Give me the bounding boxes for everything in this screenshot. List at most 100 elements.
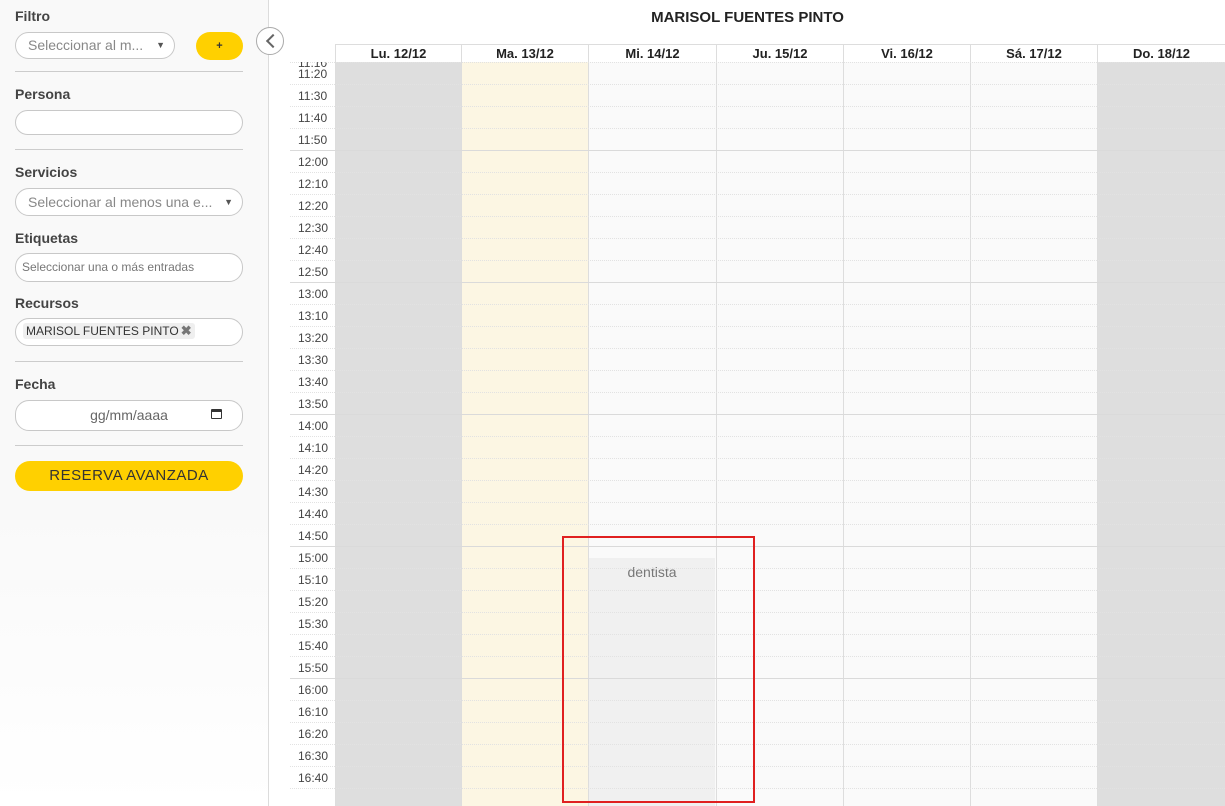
time-label: 16:40: [298, 771, 329, 785]
time-label: 16:20: [298, 727, 329, 741]
advanced-booking-button[interactable]: RESERVA AVANZADA: [15, 461, 243, 491]
slot-line: [290, 106, 1225, 107]
divider: [15, 71, 243, 72]
time-label: 13:40: [298, 375, 329, 389]
divider: [15, 361, 243, 362]
time-label: 12:30: [298, 221, 329, 235]
time-label: 14:00: [298, 419, 329, 433]
slot-line: [290, 326, 1225, 327]
slot-line: [290, 282, 1225, 283]
person-label: Persona: [15, 86, 71, 102]
slot-line: [290, 172, 1225, 173]
dropdown-caret-icon: ▼: [156, 40, 165, 50]
slot-line: [290, 194, 1225, 195]
time-label: 12:40: [298, 243, 329, 257]
time-label: 14:30: [298, 485, 329, 499]
slot-line: [290, 590, 1225, 591]
day-header[interactable]: Sá. 17/12: [970, 44, 1097, 62]
day-column[interactable]: [843, 62, 970, 806]
slot-line: [290, 348, 1225, 349]
day-column[interactable]: [1097, 62, 1225, 806]
slot-line: [290, 370, 1225, 371]
filter-select[interactable]: Seleccionar al m... ▼: [15, 32, 175, 59]
day-header[interactable]: Do. 18/12: [1097, 44, 1225, 62]
slot-line: [290, 788, 1225, 789]
time-label: 14:10: [298, 441, 329, 455]
time-label: 16:00: [298, 683, 329, 697]
time-label: 11:50: [298, 133, 328, 147]
time-label: 13:20: [298, 331, 329, 345]
slot-line: [290, 62, 1225, 63]
slot-line: [290, 502, 1225, 503]
divider: [15, 445, 243, 446]
time-column: 11:10 11:20 11:30 11:40 11:50 12:00 12:10 12:20…: [290, 62, 335, 806]
time-label: 13:00: [298, 287, 329, 301]
slot-line: [290, 216, 1225, 217]
day-header[interactable]: Vi. 16/12: [843, 44, 970, 62]
time-label: 12:20: [298, 199, 329, 213]
slot-line: [290, 436, 1225, 437]
slot-line: [290, 744, 1225, 745]
time-label: 15:50: [298, 661, 329, 675]
time-label: 16:10: [298, 705, 329, 719]
filter-label: Filtro: [15, 8, 50, 24]
services-label: Servicios: [15, 164, 78, 180]
time-label: 11:40: [298, 111, 328, 125]
slot-line: [290, 700, 1225, 701]
chevron-left-icon[interactable]: [256, 27, 284, 55]
time-label: 12:00: [298, 155, 329, 169]
time-label: 15:20: [298, 595, 329, 609]
calendar-icon[interactable]: [211, 409, 222, 419]
time-label: 12:10: [298, 177, 329, 191]
slot-line: [290, 634, 1225, 635]
slot-line: [290, 304, 1225, 305]
date-label: Fecha: [15, 376, 56, 392]
resources-label: Recursos: [15, 295, 79, 311]
day-header[interactable]: Ma. 13/12: [461, 44, 588, 62]
calendar-title: MARISOL FUENTES PINTO: [651, 9, 844, 26]
day-header[interactable]: Lu. 12/12: [335, 44, 461, 62]
person-input[interactable]: [15, 110, 243, 135]
add-filter-button[interactable]: +: [196, 32, 243, 60]
slot-line: [290, 612, 1225, 613]
time-label: 13:50: [298, 397, 329, 411]
calendar-grid[interactable]: 11:10 11:20 11:30 11:40 11:50 12:00 12:10 12:20…: [290, 62, 1225, 806]
time-label: 13:10: [298, 309, 329, 323]
time-label: 11:30: [298, 89, 328, 103]
resource-tag-label: MARISOL FUENTES PINTO: [26, 324, 179, 338]
time-label: 14:40: [298, 507, 329, 521]
time-label: 14:20: [298, 463, 329, 477]
time-label: 15:40: [298, 639, 329, 653]
services-select[interactable]: Seleccionar al menos una e... ▼: [15, 188, 243, 216]
dropdown-caret-icon: ▼: [224, 197, 233, 207]
time-label: 15:30: [298, 617, 329, 631]
slot-line: [290, 238, 1225, 239]
highlight-box: [562, 536, 755, 803]
tags-input[interactable]: Seleccionar una o más entradas: [15, 253, 243, 282]
slot-line: [290, 722, 1225, 723]
day-column[interactable]: [970, 62, 1097, 806]
slot-line: [290, 414, 1225, 415]
tags-label: Etiquetas: [15, 230, 79, 246]
slot-line: [290, 678, 1225, 679]
slot-line: [290, 260, 1225, 261]
day-header[interactable]: Ju. 15/12: [716, 44, 843, 62]
filter-sidebar: Filtro Seleccionar al m... ▼ + Persona S…: [0, 0, 269, 806]
date-input[interactable]: gg/mm/aaaa: [15, 400, 243, 431]
slot-line: [290, 568, 1225, 569]
time-label: 11:20: [298, 67, 328, 81]
time-label: 16:30: [298, 749, 329, 763]
time-label: 13:30: [298, 353, 329, 367]
slot-line: [290, 656, 1225, 657]
time-label: 14:50: [298, 529, 329, 543]
day-column[interactable]: [335, 62, 461, 806]
slot-line: [290, 150, 1225, 151]
divider: [15, 149, 243, 150]
slot-line: [290, 546, 1225, 547]
slot-line: [290, 458, 1225, 459]
close-icon[interactable]: ✖: [181, 323, 192, 338]
services-select-placeholder: Seleccionar al menos una e...: [28, 194, 213, 210]
slot-line: [290, 766, 1225, 767]
resource-tag: MARISOL FUENTES PINTO ✖: [23, 323, 195, 339]
day-header[interactable]: Mi. 14/12: [588, 44, 716, 62]
